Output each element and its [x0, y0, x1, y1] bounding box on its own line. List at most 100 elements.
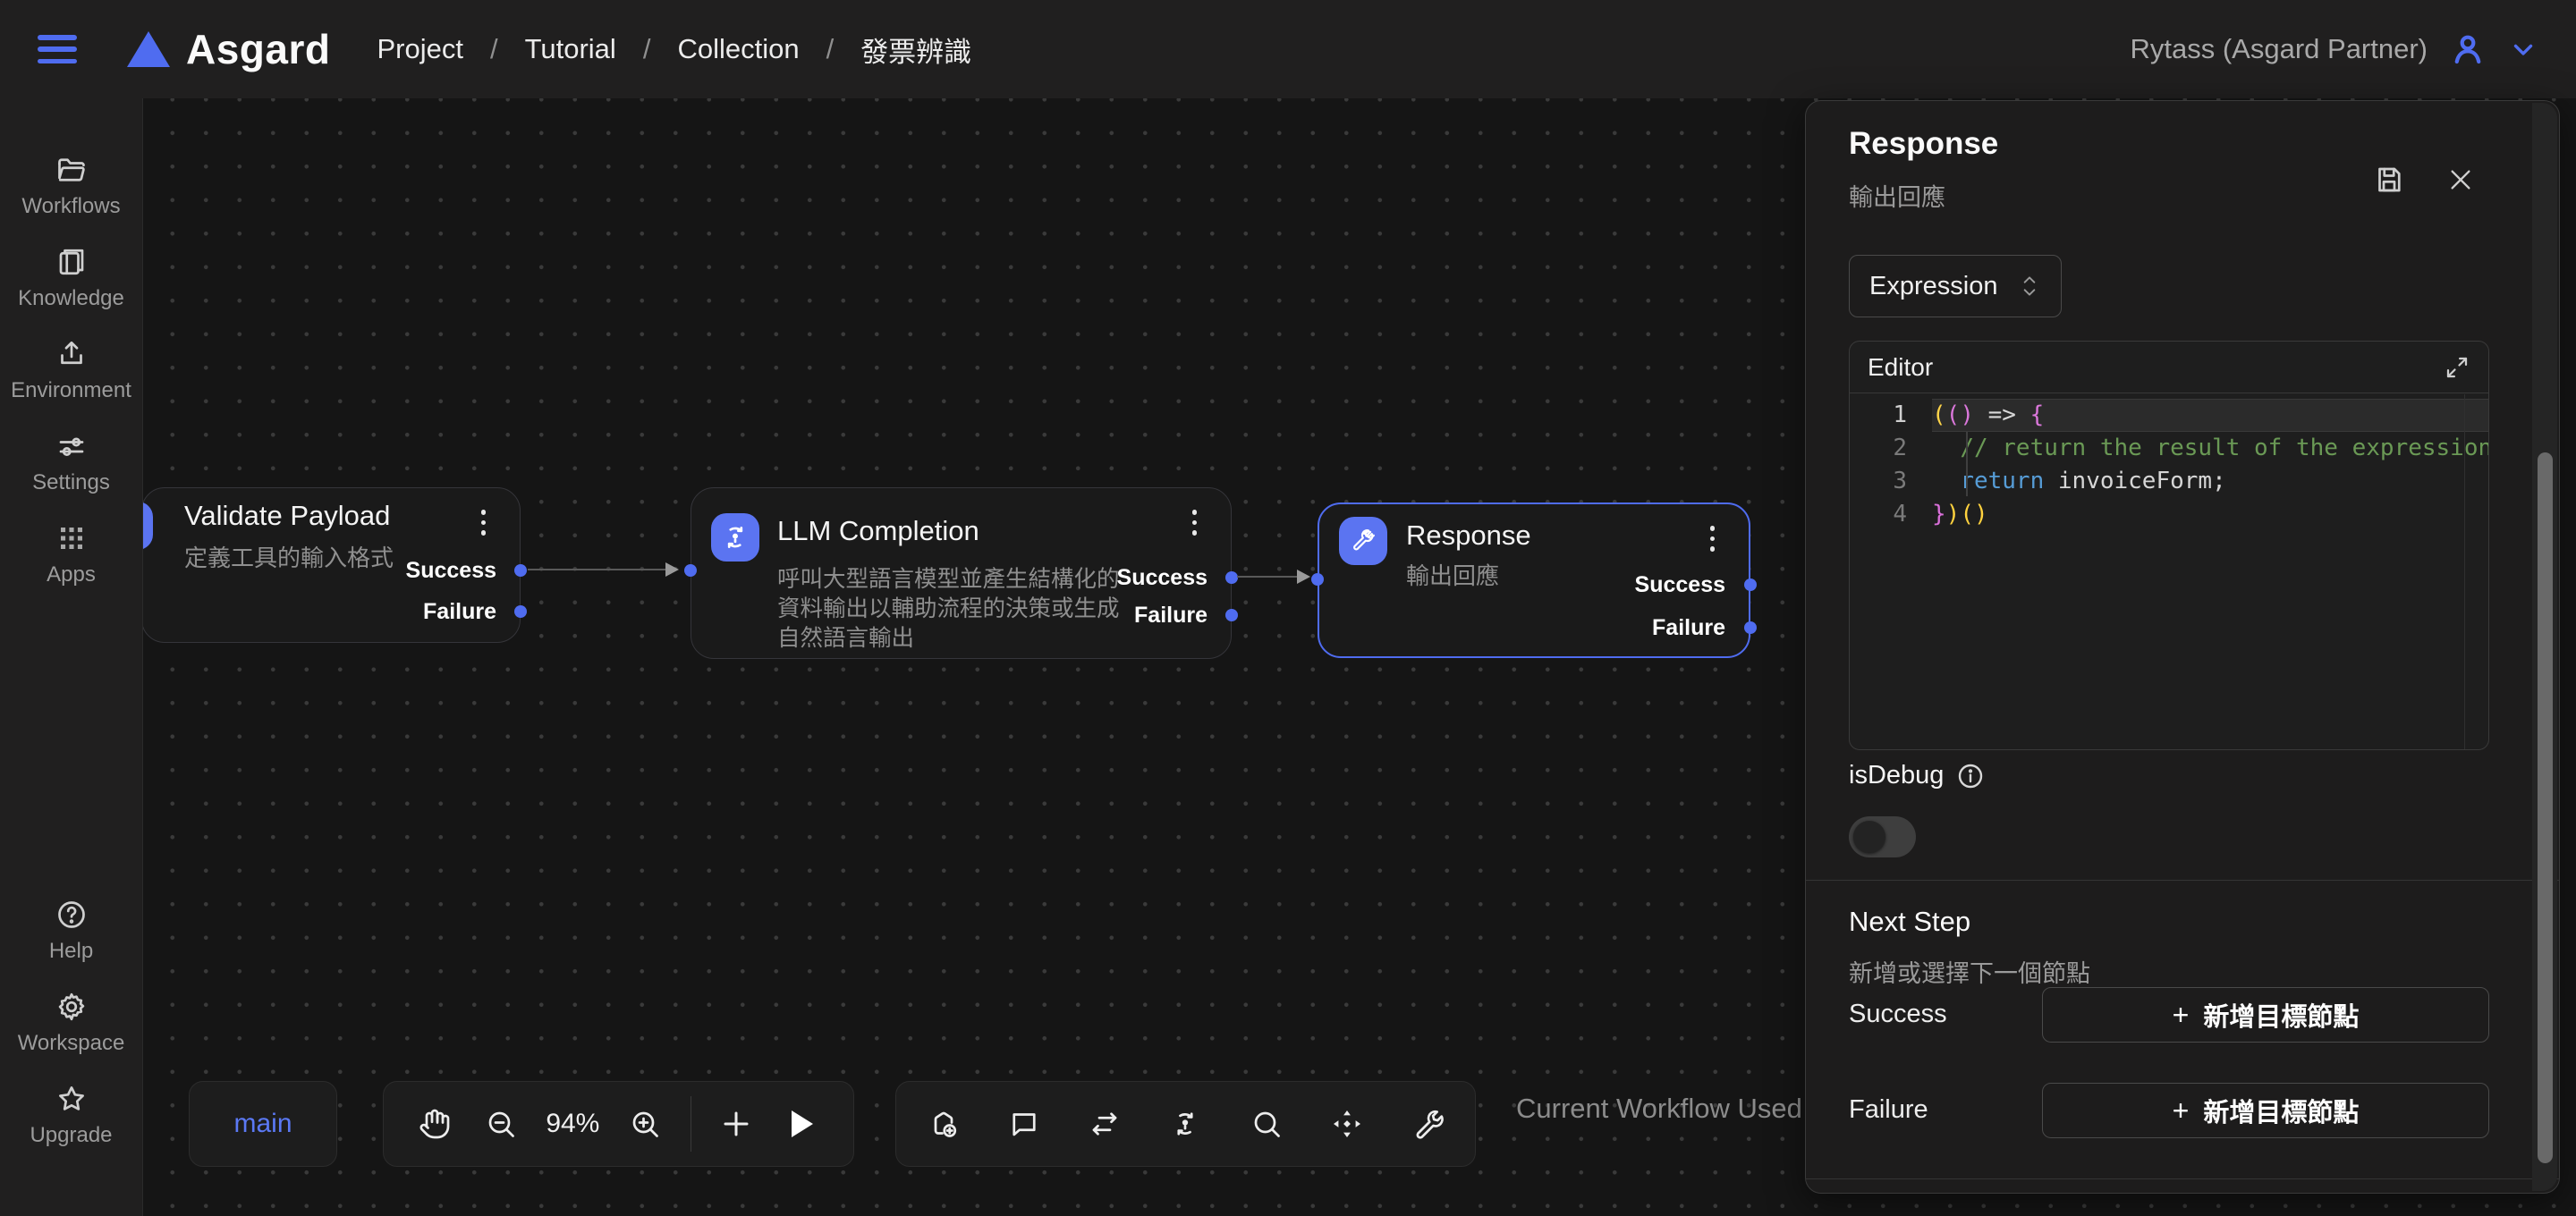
node-title: LLM Completion: [777, 515, 979, 547]
breadcrumb-tutorial[interactable]: Tutorial: [525, 33, 616, 65]
isdebug-toggle[interactable]: [1849, 816, 1916, 857]
plus-icon: +: [2173, 1096, 2190, 1125]
node-subtitle: 定義工具的輸入格式: [184, 544, 394, 573]
kebab-menu-icon[interactable]: [1192, 510, 1198, 536]
edge-arrowhead-icon: [665, 562, 679, 577]
add-plus-icon[interactable]: [716, 1097, 757, 1151]
sidebar-item-workspace[interactable]: Workspace: [0, 991, 142, 1056]
move-icon[interactable]: [1326, 1097, 1368, 1151]
code-line[interactable]: 3 return invoiceForm;: [1850, 465, 2488, 498]
input-port[interactable]: [684, 564, 697, 577]
hamburger-menu-icon[interactable]: [38, 35, 77, 63]
folder-icon: [55, 154, 88, 186]
panel-title: Response: [1849, 126, 1998, 162]
node-llm-completion[interactable]: LLM Completion 呼叫大型語言模型並產生結構化的 資料輸出以輔助流程…: [691, 487, 1232, 659]
sidebar-item-environment[interactable]: Environment: [0, 338, 142, 403]
kebab-menu-icon[interactable]: [1710, 526, 1716, 552]
expression-editor: Editor 1(() => {2 // return the result o…: [1849, 341, 2489, 750]
output-port-success[interactable]: [514, 564, 527, 577]
sidebar-item-help[interactable]: Help: [0, 899, 142, 964]
sidebar-item-upgrade[interactable]: Upgrade: [0, 1083, 142, 1148]
play-icon[interactable]: [782, 1097, 823, 1151]
sliders-icon: [55, 430, 88, 462]
breadcrumb-current[interactable]: 發票辨識: [860, 30, 971, 70]
book-icon: [55, 246, 88, 278]
footer-divider: [1806, 1178, 2559, 1179]
port-label-failure: Failure: [423, 599, 496, 625]
port-label-success: Success: [406, 558, 496, 584]
swap-arrows-icon[interactable]: [1084, 1097, 1125, 1151]
close-icon[interactable]: [2446, 165, 2475, 194]
chevron-down-icon[interactable]: [2508, 34, 2538, 64]
zoom-out-icon[interactable]: [480, 1097, 521, 1151]
left-sidebar: Workflows Knowledge Environment Settings…: [0, 98, 143, 1216]
wrench-icon[interactable]: [1407, 1097, 1448, 1151]
brand-name: Asgard: [186, 25, 330, 73]
canvas-zoom-toolbar: 94%: [383, 1081, 854, 1167]
response-node-icon: [1339, 517, 1387, 565]
sidebar-label: Settings: [32, 470, 110, 495]
breadcrumb-separator: /: [490, 33, 498, 65]
search-icon[interactable]: [1246, 1097, 1287, 1151]
code-line[interactable]: 4})(): [1850, 498, 2488, 531]
llm-completion-node-icon: [711, 513, 759, 562]
add-node-icon[interactable]: [923, 1097, 964, 1151]
code-line[interactable]: 1(() => {: [1850, 399, 2488, 432]
top-navbar: Asgard Project / Tutorial / Collection /…: [0, 0, 2576, 98]
kebab-menu-icon[interactable]: [481, 510, 487, 536]
edge-validate-to-llm: [528, 569, 665, 570]
selected-option: Expression: [1869, 272, 2018, 301]
breadcrumb-collection[interactable]: Collection: [677, 33, 799, 65]
edge-arrowhead-icon: [1297, 570, 1310, 584]
node-response[interactable]: Response 輸出回應 Success Failure: [1318, 502, 1750, 658]
node-validate-payload[interactable]: Validate Payload 定義工具的輸入格式 Success Failu…: [143, 487, 521, 643]
output-port-failure[interactable]: [1744, 621, 1757, 634]
port-label-success: Success: [1117, 565, 1208, 591]
editor-scroll-gutter: [2464, 394, 2465, 749]
node-description: 呼叫大型語言模型並產生結構化的 資料輸出以輔助流程的決策或生成 自然語言輸出: [777, 565, 1120, 654]
zoom-in-icon[interactable]: [624, 1097, 665, 1151]
response-type-select[interactable]: Expression: [1849, 255, 2062, 317]
sidebar-item-workflows[interactable]: Workflows: [0, 154, 142, 219]
code-line[interactable]: 2 // return the result of the expression: [1850, 432, 2488, 465]
zoom-level: 94%: [546, 1109, 599, 1139]
select-chevrons-icon: [2018, 272, 2041, 300]
sidebar-item-knowledge[interactable]: Knowledge: [0, 246, 142, 311]
output-port-success[interactable]: [1225, 571, 1238, 584]
user-icon[interactable]: [2449, 30, 2487, 68]
llm-icon[interactable]: [1165, 1097, 1206, 1151]
info-icon[interactable]: [1956, 762, 1985, 790]
help-circle-icon: [55, 899, 88, 931]
breadcrumb-separator: /: [826, 33, 835, 65]
branch-name: main: [233, 1109, 292, 1139]
output-port-success[interactable]: [1744, 578, 1757, 591]
sidebar-label: Upgrade: [30, 1123, 112, 1148]
output-port-failure[interactable]: [1225, 609, 1238, 621]
input-port[interactable]: [1311, 573, 1324, 586]
comment-icon[interactable]: [1004, 1097, 1045, 1151]
canvas-actions-toolbar: [895, 1081, 1476, 1167]
isdebug-label: isDebug: [1849, 761, 1944, 790]
workflow-status-text: Current Workflow Used: [1516, 1093, 1811, 1125]
breadcrumb-separator: /: [643, 33, 651, 65]
panel-scrollbar-thumb[interactable]: [2538, 452, 2553, 1163]
expand-icon[interactable]: [2444, 354, 2470, 381]
sidebar-label: Help: [49, 939, 93, 964]
account-name: Rytass (Asgard Partner): [2131, 33, 2428, 65]
hand-pan-icon[interactable]: [414, 1097, 455, 1151]
node-subtitle: 輸出回應: [1406, 562, 1499, 591]
save-icon[interactable]: [2373, 164, 2405, 196]
gear-icon: [55, 991, 88, 1023]
sidebar-item-apps[interactable]: Apps: [0, 522, 142, 587]
asgard-logo-icon: [127, 31, 170, 67]
add-target-node-success-button[interactable]: + 新增目標節點: [2042, 987, 2489, 1043]
breadcrumb-project[interactable]: Project: [377, 33, 462, 65]
sidebar-item-settings[interactable]: Settings: [0, 430, 142, 495]
branch-selector-button[interactable]: main: [189, 1081, 337, 1167]
add-target-node-failure-button[interactable]: + 新增目標節點: [2042, 1083, 2489, 1138]
star-icon: [55, 1083, 88, 1115]
sidebar-label: Knowledge: [18, 286, 124, 311]
code-lines[interactable]: 1(() => {2 // return the result of the e…: [1850, 393, 2488, 531]
next-step-failure-label: Failure: [1849, 1095, 1928, 1125]
output-port-failure[interactable]: [514, 605, 527, 618]
